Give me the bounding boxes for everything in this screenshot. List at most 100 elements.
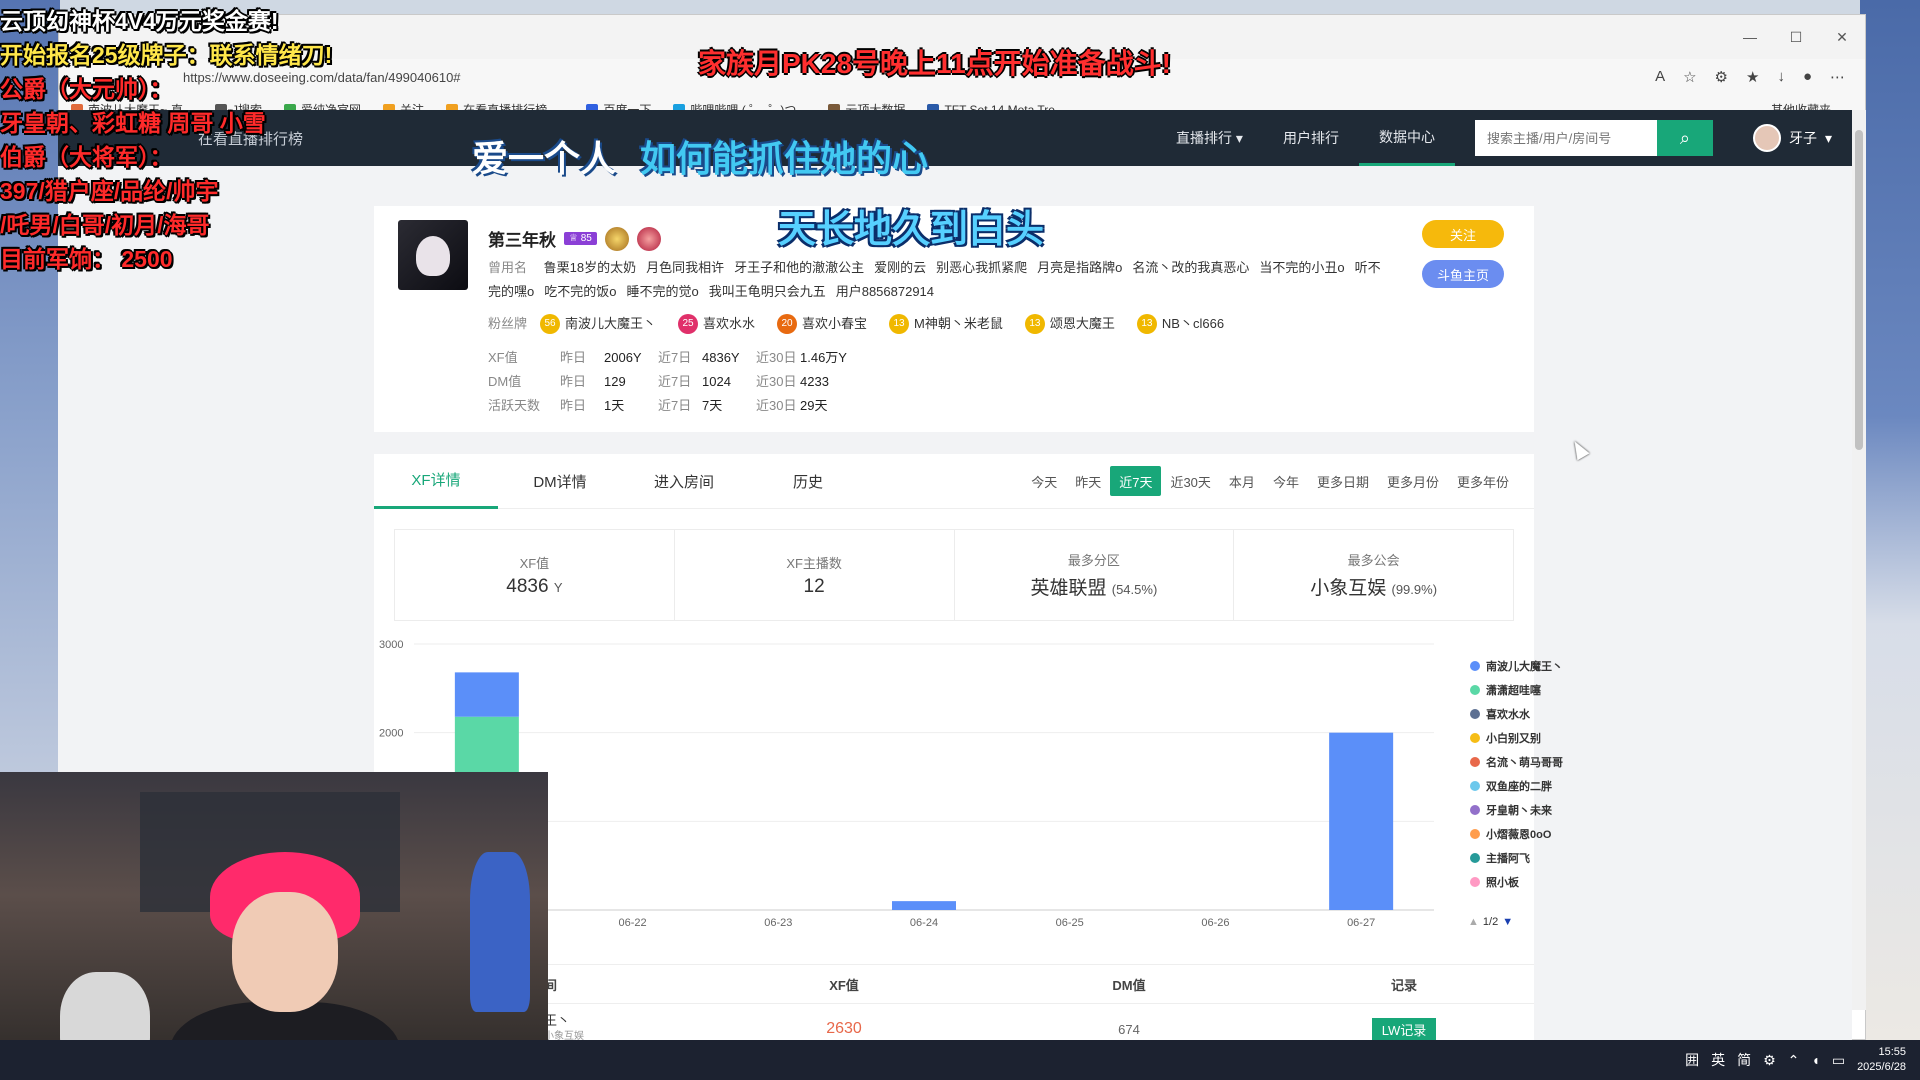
lw-record-button[interactable]: LW记录 [1371,1017,1437,1043]
range-option[interactable]: 更多年份 [1448,466,1518,496]
user-menu[interactable]: 牙子 ▾ [1752,124,1832,152]
douyu-homepage-button[interactable]: 斗鱼主页 [1422,260,1504,288]
fan-badge[interactable]: 13 NB丶cl666 [1136,312,1224,336]
extensions-icon[interactable]: ⚙ [1715,68,1728,86]
fan-badge[interactable]: 25 喜欢水水 [678,312,755,336]
volume-icon[interactable]: ◖ [1811,1052,1819,1068]
follow-button[interactable]: 关注 [1422,220,1504,248]
legend-next-icon[interactable]: ▼ [1502,916,1513,928]
maximize-button[interactable]: ☐ [1773,15,1819,59]
bar-06-21-series-1[interactable] [454,672,519,717]
search-icon[interactable]: ⌕ [1656,120,1713,156]
tab-xf-detail[interactable]: XF详情 [374,454,498,509]
tab-dm-detail[interactable]: DM详情 [498,454,622,509]
legend-item[interactable]: 照小板 [1470,870,1563,894]
aliases-row: 曾用名 鲁栗18岁的太奶 月色同我相许 牙王子和他的澈澈公主 爱刚的云 别恶心我抓紧爬月… [488,256,1388,304]
tab-history[interactable]: 历史 [746,454,870,509]
legend-item[interactable]: 潇潇超哇噻 [1470,678,1563,702]
legend-item[interactable]: 小白别又别 [1470,726,1563,750]
legend-item[interactable]: 小熠薇恩0oO [1470,822,1563,846]
clock[interactable]: 15:55 2025/6/28 [1857,1045,1906,1075]
summary-title: XF主播数 [786,555,842,571]
legend-item[interactable]: 名流丶萌马哥哥 [1470,750,1563,774]
legend-prev-icon[interactable]: ▲ [1468,916,1479,928]
tab-enter-room[interactable]: 进入房间 [622,454,746,509]
stat-value: 1天 [604,398,625,413]
x-tick-label: 06-24 [910,917,938,929]
more-icon[interactable]: ⋯ [1830,68,1845,86]
summary-box: XF值 4836 Y [395,530,675,620]
system-tray: 囲 英 简 ⚙ ⌃ ◖ ▭ 15:55 2025/6/28 [1685,1045,1920,1075]
download-icon[interactable]: ↓ [1777,68,1785,86]
ime-lang[interactable]: 英 [1711,1050,1725,1070]
summary-suffix: Y [553,579,563,595]
fan-badge[interactable]: 13 M神朝丶米老鼠 [889,312,1003,336]
webcam-feed [0,772,548,1080]
legend-item[interactable]: 牙皇朝丶未来 [1470,798,1563,822]
nav-user-ranking[interactable]: 用户排行 [1263,110,1359,166]
streamer-face [232,892,338,1012]
fan-badges-row: 粉丝牌 56 南波儿大魔王丶 25 喜欢水水 20 喜欢小春宝 13 M神朝丶米老鼠 13 颂恩大… [488,312,1246,336]
close-button[interactable]: ✕ [1819,15,1865,59]
clock-time: 15:55 [1878,1046,1906,1058]
ime-mode[interactable]: 简 [1737,1050,1751,1070]
read-aloud-icon[interactable]: A [1655,68,1665,86]
summary-box: XF主播数 12 [675,530,955,620]
page-scrollbar[interactable] [1852,110,1866,1010]
legend-dot-icon [1470,877,1480,887]
avatar [1752,124,1781,152]
legend-label: 名流丶萌马哥哥 [1486,757,1563,769]
range-option[interactable]: 本月 [1220,466,1264,496]
range-option[interactable]: 更多日期 [1308,466,1378,496]
fan-badge[interactable]: 13 颂恩大魔王 [1024,312,1115,336]
network-icon[interactable]: ▭ [1832,1052,1845,1069]
range-option[interactable]: 更多月份 [1378,466,1448,496]
legend-item[interactable]: 双鱼座的二胖 [1470,774,1563,798]
chevron-up-icon[interactable]: ⌃ [1788,1052,1800,1069]
search-input[interactable] [1474,120,1657,156]
x-tick-label: 06-26 [1201,917,1229,929]
user-name: 牙子 [1788,130,1817,146]
range-option[interactable]: 近30天 [1161,466,1219,496]
legend-item[interactable]: 南波儿大魔王丶 [1470,654,1563,678]
bar-06-24-series-1[interactable] [892,901,956,910]
range-option[interactable]: 今年 [1264,466,1308,496]
alias-item: 当不完的小丑o [1259,260,1345,275]
stat-value: 1024 [702,374,731,389]
legend-label: 喜欢水水 [1486,709,1530,721]
summary-suffix: (54.5%) [1111,582,1158,597]
overlay-line: 开始报名25级牌子：联系情绪刀! [0,42,333,68]
ime-grid-icon[interactable]: 囲 [1685,1050,1699,1070]
stat-row: XF值 昨日 2006Y 近7日 4836Y 近30日 1.46万Y [488,346,854,370]
overlay-line: 目前军饷： 2500 [0,246,173,272]
legend-dot-icon [1470,757,1480,767]
legend-item[interactable]: 主播阿飞 [1470,846,1563,870]
favorite-star-icon[interactable]: ☆ [1683,68,1696,86]
taskbar: 囲 英 简 ⚙ ⌃ ◖ ▭ 15:55 2025/6/28 [0,1040,1920,1080]
legend-label: 牙皇朝丶未来 [1486,805,1552,817]
alias-item: 爱刚的云 [874,260,927,275]
favorites-icon[interactable]: ★ [1746,68,1759,86]
fan-badge[interactable]: 20 喜欢小春宝 [777,312,867,336]
detail-panel: XF详情 DM详情 进入房间 历史 今天 昨天 近7天 近30天 本月 今年 更多日期 更多月… [374,454,1563,1043]
fan-badge[interactable]: 56 南波儿大魔王丶 [540,312,656,336]
range-option[interactable]: 近7天 [1110,466,1162,496]
stat-value: 29天 [800,398,828,413]
gear-icon[interactable]: ⚙ [1763,1052,1776,1069]
minimize-button[interactable]: — [1727,15,1773,59]
legend-label: 小白别又别 [1486,733,1541,745]
col-xf: XF值 [829,977,859,993]
legend-label: 双鱼座的二胖 [1486,781,1552,793]
bar-06-27-series-1[interactable] [1329,732,1394,910]
range-option[interactable]: 今天 [1022,466,1066,496]
stream-overlay-top: 家族月PK28号晚上11点开始准备战斗! [698,48,1171,79]
legend-item[interactable]: 喜欢水水 [1470,702,1563,726]
range-option[interactable]: 昨天 [1066,466,1110,496]
scrollbar-thumb[interactable] [1855,130,1863,450]
alias-item: 我叫王龟明只会九五 [708,284,826,299]
profile-icon[interactable]: ● [1803,68,1812,86]
legend-page: 1/2 [1482,916,1499,928]
nav-live-ranking[interactable]: 直播排行 ▾ [1156,110,1263,166]
nav-data-center[interactable]: 数据中心 [1358,110,1455,166]
stream-overlay-left: 云顶幻神杯4V4万元奖金赛! 开始报名25级牌子：联系情绪刀! 公爵（大元帅）： 牙皇… [0,4,332,276]
